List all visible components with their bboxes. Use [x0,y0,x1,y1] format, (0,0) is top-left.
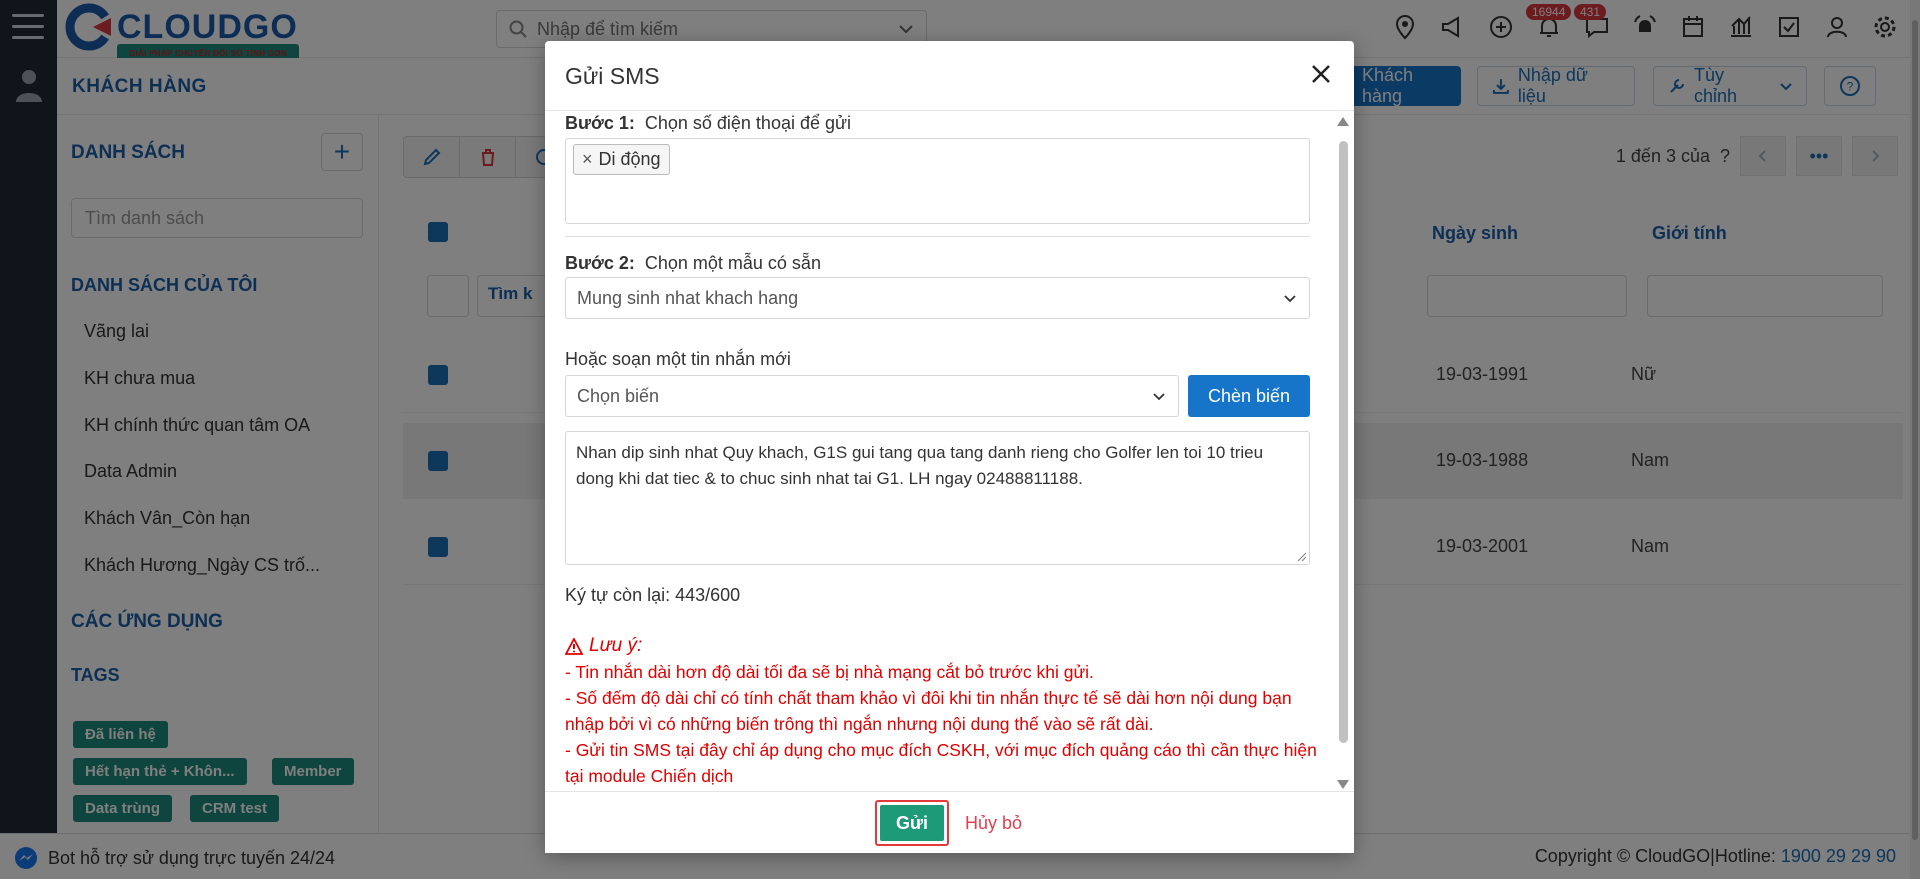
variable-select-placeholder: Chọn biến [577,385,660,406]
send-button-label: Gửi [880,805,944,841]
modal-title: Gửi SMS [565,63,660,89]
close-icon[interactable] [1306,59,1336,89]
phone-type-chip-label: Di động [598,149,661,169]
step1-number: Bước 1: [565,113,635,133]
modal-body: Bước 1: Chọn số điện thoại để gửi × Di độ… [545,111,1354,791]
chevron-down-icon [1284,295,1296,303]
char-counter: Ký tự còn lại: 443/600 [565,585,741,605]
insert-variable-button[interactable]: Chèn biến [1188,375,1310,417]
warning-line: - Gửi tin SMS tại đây chỉ áp dụng cho mụ… [565,740,1317,786]
resize-handle-icon[interactable] [1295,550,1307,562]
step2-label: Bước 2: Chọn một mẫu có sẵn [565,253,821,274]
modal-footer: Gửi Hủy bỏ [545,791,1354,853]
modal-scrollbar[interactable] [1336,117,1350,789]
warning-line: - Tin nhắn dài hơn độ dài tối đa sẽ bị n… [565,662,1094,682]
warning-box: Lưu ý: - Tin nhắn dài hơn độ dài tối đa … [565,633,1325,789]
warning-title-text: Lưu ý: [589,635,643,656]
scroll-up-icon[interactable] [1337,117,1349,126]
scroll-thumb[interactable] [1339,141,1348,743]
phone-type-chip: × Di động [573,144,670,175]
divider [565,236,1310,237]
send-button[interactable]: Gửi [875,800,949,846]
step1-text: Chọn số điện thoại để gửi [644,113,852,133]
warning-line: - Số đếm độ dài chỉ có tính chất tham kh… [565,688,1292,734]
chevron-down-icon [1153,393,1165,401]
step2-text: Chọn một mẫu có sẵn [644,253,821,273]
phone-type-multiselect[interactable]: × Di động [565,138,1310,224]
send-sms-modal: Gửi SMS Bước 1: Chọn số điện thoại để gửi… [545,41,1354,853]
scroll-down-icon[interactable] [1337,780,1349,789]
warning-title: Lưu ý: [565,633,1325,659]
template-select-value: Mung sinh nhat khach hang [577,287,799,308]
step2-number: Bước 2: [565,253,635,273]
remove-chip-icon[interactable]: × [582,149,593,170]
compose-label: Hoặc soạn một tin nhắn mới [565,349,791,369]
cancel-button[interactable]: Hủy bỏ [965,813,1022,834]
message-text: Nhan dip sinh nhat Quy khach, G1S gui ta… [576,443,1264,488]
template-select[interactable]: Mung sinh nhat khach hang [565,277,1310,319]
modal-header: Gửi SMS [545,41,1354,111]
variable-select[interactable]: Chọn biến [565,375,1179,417]
message-textarea[interactable]: Nhan dip sinh nhat Quy khach, G1S gui ta… [565,431,1310,565]
step1-label: Bước 1: Chọn số điện thoại để gửi [565,113,851,134]
warning-triangle-icon [565,637,583,655]
